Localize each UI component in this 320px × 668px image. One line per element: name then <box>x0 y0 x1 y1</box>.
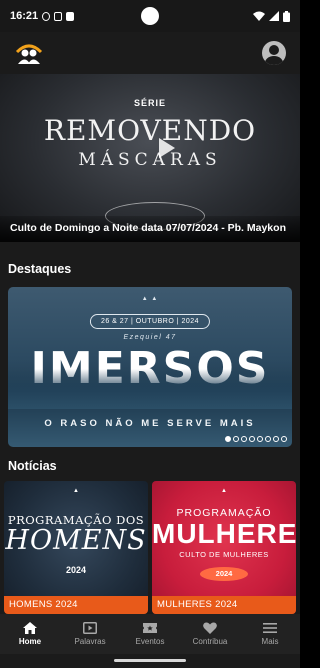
camera-cutout <box>141 7 159 25</box>
news-card-caption: HOMENS 2024 <box>4 596 148 614</box>
hero-caption: Culto de Domingo a Noite data 07/07/2024… <box>0 216 300 242</box>
carousel-dot[interactable] <box>265 436 271 442</box>
nav-item-palavras[interactable]: Palavras <box>60 614 120 654</box>
news-list: ▲ PROGRAMAÇÃO DOS HOMENS 2024 HOMENS 202… <box>0 481 300 614</box>
wifi-icon <box>253 11 265 21</box>
carousel-dot[interactable] <box>249 436 255 442</box>
nav-item-eventos[interactable]: Eventos <box>120 614 180 654</box>
status-bar: 16:21 <box>0 0 300 32</box>
hero-subtitle: MÁSCARAS <box>78 150 222 170</box>
carousel-dot[interactable] <box>281 436 287 442</box>
app-header <box>0 32 300 74</box>
news-card-title: MULHERES <box>152 518 296 549</box>
news-title: Notícias <box>8 459 57 473</box>
sim-icon <box>54 11 63 21</box>
ticket-icon <box>143 623 157 633</box>
hero-title: REMOVENDO <box>43 114 257 147</box>
news-card-subtitle: CULTO DE MULHERES <box>179 550 269 559</box>
carousel-dot[interactable] <box>241 436 247 442</box>
banner-wave <box>8 369 292 409</box>
status-time: 16:21 <box>10 10 39 22</box>
battery-icon <box>283 10 290 22</box>
nav-item-mais[interactable]: Mais <box>240 614 300 654</box>
silent-notification-icon <box>42 11 51 21</box>
news-card[interactable]: ▲ PROGRAMAÇÃO MULHERES CULTO DE MULHERES… <box>152 481 296 614</box>
church-logo-icon[interactable] <box>14 39 44 67</box>
video-icon <box>83 622 97 634</box>
news-card[interactable]: ▲ PROGRAMAÇÃO DOS HOMENS 2024 HOMENS 202… <box>4 481 148 614</box>
banner-logo-icon: ▲ ▲ <box>141 296 159 302</box>
home-icon <box>23 622 37 634</box>
carousel-dot[interactable] <box>257 436 263 442</box>
carousel-indicator[interactable] <box>225 436 287 442</box>
play-icon[interactable] <box>159 138 175 158</box>
highlights-title: Destaques <box>8 262 72 276</box>
news-card-year: 2024 <box>65 565 87 575</box>
nav-label-eventos: Eventos <box>135 637 165 646</box>
hero-serie-label: SÉRIE <box>133 98 166 108</box>
carousel-dot[interactable] <box>225 436 231 442</box>
bottom-nav: Home Palavras Eventos Contribua Mais <box>0 614 300 654</box>
nav-item-home[interactable]: Home <box>0 614 60 654</box>
gesture-area <box>0 654 300 668</box>
gesture-bar[interactable] <box>114 659 186 662</box>
signal-icon <box>269 11 279 21</box>
nav-label-mais: Mais <box>261 637 279 646</box>
nav-label-home: Home <box>18 637 42 646</box>
news-logo-icon: ▲ <box>221 488 227 494</box>
heart-icon <box>203 622 217 634</box>
nav-label-palavras: Palavras <box>74 637 106 646</box>
account-circle-icon[interactable] <box>262 41 286 65</box>
file-icon <box>66 11 75 21</box>
carousel-dot[interactable] <box>233 436 239 442</box>
news-card-year: 2024 <box>200 567 248 581</box>
news-card-caption: MULHERES 2024 <box>152 596 296 614</box>
hero-video-card[interactable]: SÉRIE REMOVENDO MÁSCARAS Culto de Doming… <box>0 74 300 242</box>
app-screen: 16:21 SÉRIE REMOVENDO MÁSCARAS Culto de … <box>0 0 300 668</box>
banner-dates: 26 & 27 | OUTUBRO | 2024 <box>89 314 211 329</box>
carousel-dot[interactable] <box>273 436 279 442</box>
nav-item-contribua[interactable]: Contribua <box>180 614 240 654</box>
banner-verse: Ezequiel 47 <box>123 334 177 341</box>
news-logo-icon: ▲ <box>73 488 79 494</box>
menu-icon <box>263 623 277 633</box>
news-card-title: HOMENS <box>5 525 147 556</box>
banner-tagline: O RASO NÃO ME SERVE MAIS <box>44 418 256 429</box>
nav-label-contribua: Contribua <box>192 637 228 646</box>
highlight-banner[interactable]: ▲ ▲ 26 & 27 | OUTUBRO | 2024 Ezequiel 47… <box>8 287 292 447</box>
